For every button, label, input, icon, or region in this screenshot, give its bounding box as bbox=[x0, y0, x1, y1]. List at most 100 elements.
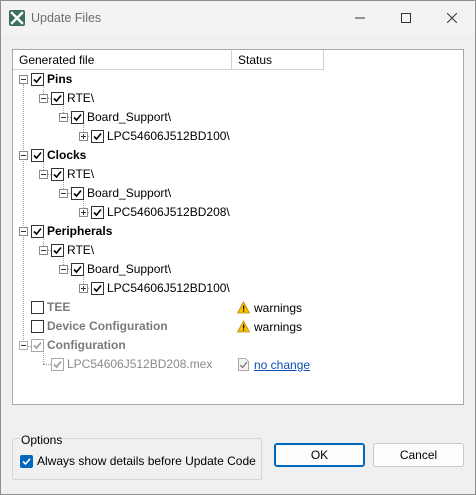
collapse-icon[interactable] bbox=[19, 341, 28, 350]
tree-row-clocks-device[interactable]: LPC54606J512BD208\ bbox=[13, 203, 463, 222]
file-tree: Pins RTE\ Board_Support\ LPC54606J512BD1… bbox=[13, 70, 463, 404]
tree-row-device-configuration[interactable]: Device Configuration warnings bbox=[13, 317, 463, 336]
tree-label-clocks: Clocks bbox=[47, 148, 87, 162]
maximize-button[interactable] bbox=[383, 1, 429, 35]
tree-row-clocks[interactable]: Clocks bbox=[13, 146, 463, 165]
checkmark-icon bbox=[93, 284, 102, 293]
collapse-icon[interactable] bbox=[19, 75, 28, 84]
always-show-details-label[interactable]: Always show details before Update Code bbox=[37, 454, 256, 468]
column-header-status[interactable]: Status bbox=[232, 50, 324, 70]
checkmark-icon bbox=[53, 94, 62, 103]
collapse-icon[interactable] bbox=[39, 94, 48, 103]
collapse-icon[interactable] bbox=[59, 113, 68, 122]
collapse-icon[interactable] bbox=[39, 246, 48, 255]
title-bar[interactable]: Update Files bbox=[1, 1, 475, 35]
tree-label-device: LPC54606J512BD208\ bbox=[107, 205, 230, 219]
checkmark-icon bbox=[73, 265, 82, 274]
mex-file-status: no change bbox=[237, 356, 310, 373]
tree-label-rte: RTE\ bbox=[67, 91, 95, 105]
tree-row-peripherals-rte[interactable]: RTE\ bbox=[13, 241, 463, 260]
checkmark-icon bbox=[53, 246, 62, 255]
minimize-icon bbox=[355, 17, 365, 19]
collapse-icon[interactable] bbox=[59, 189, 68, 198]
tree-label-rte: RTE\ bbox=[67, 243, 95, 257]
clocks-board-checkbox[interactable] bbox=[71, 187, 84, 200]
cancel-button[interactable]: Cancel bbox=[373, 443, 464, 467]
mex-file-checkbox bbox=[51, 358, 64, 371]
tee-status: warnings bbox=[237, 299, 302, 316]
pins-board-checkbox[interactable] bbox=[71, 111, 84, 124]
close-icon bbox=[447, 13, 457, 23]
checkmark-icon bbox=[73, 189, 82, 198]
generated-files-table[interactable]: Generated file Status Pins RTE\ Board_Su… bbox=[12, 49, 464, 405]
checkmark-icon bbox=[33, 75, 42, 84]
collapse-icon[interactable] bbox=[19, 227, 28, 236]
options-legend: Options bbox=[20, 433, 64, 447]
tree-label-configuration: Configuration bbox=[47, 338, 126, 352]
clocks-rte-checkbox[interactable] bbox=[51, 168, 64, 181]
expand-icon[interactable] bbox=[79, 132, 88, 141]
tree-row-clocks-board[interactable]: Board_Support\ bbox=[13, 184, 463, 203]
checkmark-icon bbox=[93, 208, 102, 217]
checkmark-icon bbox=[53, 170, 62, 179]
table-header: Generated file Status bbox=[13, 50, 463, 70]
collapse-icon[interactable] bbox=[19, 151, 28, 160]
close-button[interactable] bbox=[429, 1, 475, 35]
checkmark-icon bbox=[33, 227, 42, 236]
minimize-button[interactable] bbox=[337, 1, 383, 35]
checkmark-icon bbox=[33, 341, 42, 350]
no-change-link[interactable]: no change bbox=[254, 358, 310, 372]
tree-row-peripherals[interactable]: Peripherals bbox=[13, 222, 463, 241]
expand-icon[interactable] bbox=[79, 284, 88, 293]
tee-checkbox[interactable] bbox=[31, 301, 44, 314]
tree-label-mex-file: LPC54606J512BD208.mex bbox=[67, 357, 213, 371]
always-show-details-checkbox[interactable] bbox=[20, 455, 33, 468]
peripherals-board-checkbox[interactable] bbox=[71, 263, 84, 276]
column-header-generated-file[interactable]: Generated file bbox=[13, 50, 232, 70]
status-warnings: warnings bbox=[254, 319, 303, 334]
peripherals-device-checkbox[interactable] bbox=[91, 282, 104, 295]
tree-row-tee[interactable]: TEE warnings bbox=[13, 298, 463, 317]
tree-label-device-configuration: Device Configuration bbox=[47, 319, 168, 333]
tree-label-board-support: Board_Support\ bbox=[87, 262, 172, 276]
collapse-icon[interactable] bbox=[39, 170, 48, 179]
ok-button[interactable]: OK bbox=[274, 443, 365, 467]
pins-checkbox[interactable] bbox=[31, 73, 44, 86]
tree-label-pins: Pins bbox=[47, 72, 73, 86]
checkmark-icon bbox=[53, 360, 62, 369]
device-configuration-status: warnings bbox=[237, 318, 302, 335]
pins-device-checkbox[interactable] bbox=[91, 130, 104, 143]
tree-row-pins-rte[interactable]: RTE\ bbox=[13, 89, 463, 108]
peripherals-rte-checkbox[interactable] bbox=[51, 244, 64, 257]
tree-label-board-support: Board_Support\ bbox=[87, 186, 172, 200]
tree-row-configuration: Configuration bbox=[13, 336, 463, 355]
checkmark-icon bbox=[33, 151, 42, 160]
pins-rte-checkbox[interactable] bbox=[51, 92, 64, 105]
checkmark-icon bbox=[93, 132, 102, 141]
app-x-icon bbox=[9, 10, 25, 26]
tree-label-device: LPC54606J512BD100\ bbox=[107, 281, 230, 295]
tree-row-peripherals-board[interactable]: Board_Support\ bbox=[13, 260, 463, 279]
collapse-icon[interactable] bbox=[59, 265, 68, 274]
tree-row-pins-board[interactable]: Board_Support\ bbox=[13, 108, 463, 127]
document-check-icon bbox=[238, 358, 249, 371]
clocks-device-checkbox[interactable] bbox=[91, 206, 104, 219]
tree-row-mex-file: LPC54606J512BD208.mex no change bbox=[13, 355, 463, 374]
checkmark-icon bbox=[22, 458, 31, 466]
tree-row-clocks-rte[interactable]: RTE\ bbox=[13, 165, 463, 184]
tree-row-peripherals-device[interactable]: LPC54606J512BD100\ bbox=[13, 279, 463, 298]
device-configuration-checkbox[interactable] bbox=[31, 320, 44, 333]
expand-icon[interactable] bbox=[79, 208, 88, 217]
tree-label-device: LPC54606J512BD100\ bbox=[107, 129, 230, 143]
warning-icon bbox=[237, 320, 250, 333]
tree-row-pins[interactable]: Pins bbox=[13, 70, 463, 89]
clocks-checkbox[interactable] bbox=[31, 149, 44, 162]
configuration-checkbox bbox=[31, 339, 44, 352]
checkmark-icon bbox=[73, 113, 82, 122]
status-warnings: warnings bbox=[254, 300, 303, 315]
tree-label-board-support: Board_Support\ bbox=[87, 110, 172, 124]
tree-label-rte: RTE\ bbox=[67, 167, 95, 181]
peripherals-checkbox[interactable] bbox=[31, 225, 44, 238]
tree-label-tee: TEE bbox=[47, 300, 71, 314]
tree-row-pins-device[interactable]: LPC54606J512BD100\ bbox=[13, 127, 463, 146]
